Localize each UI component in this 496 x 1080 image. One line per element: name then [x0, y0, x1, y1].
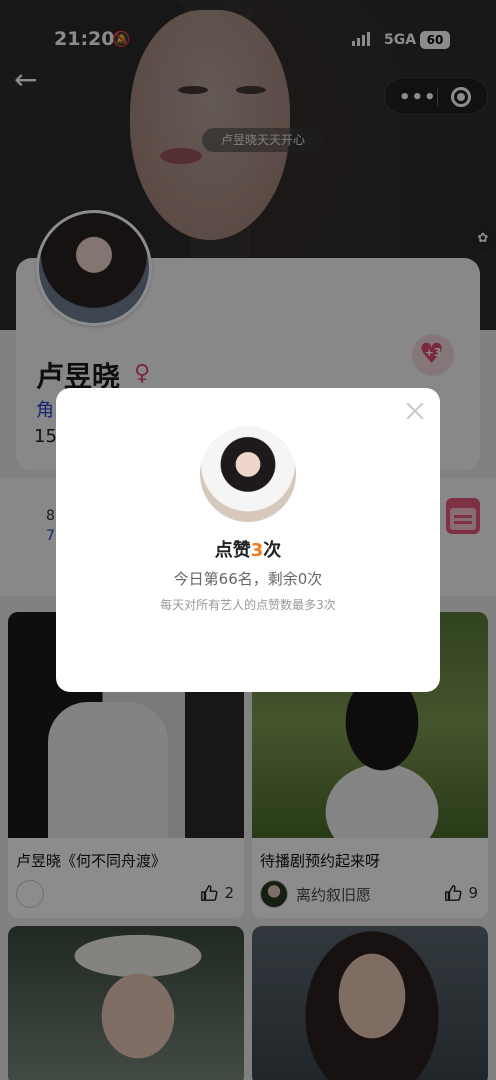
dialog-artist-avatar	[200, 426, 296, 522]
dialog-rank-text: 今日第66名，剩余0次	[173, 570, 323, 588]
dialog-headline: 点赞3次	[56, 536, 440, 562]
headline-suffix: 次	[263, 540, 282, 561]
close-icon[interactable]	[404, 400, 426, 422]
like-result-dialog: 点赞3次 今日第66名，剩余0次 每天对所有艺人的点赞数最多3次	[56, 388, 440, 692]
headline-count: 3	[250, 540, 264, 561]
headline-prefix: 点赞	[214, 540, 251, 561]
dialog-rule-text: 每天对所有艺人的点赞数最多3次	[160, 598, 336, 612]
